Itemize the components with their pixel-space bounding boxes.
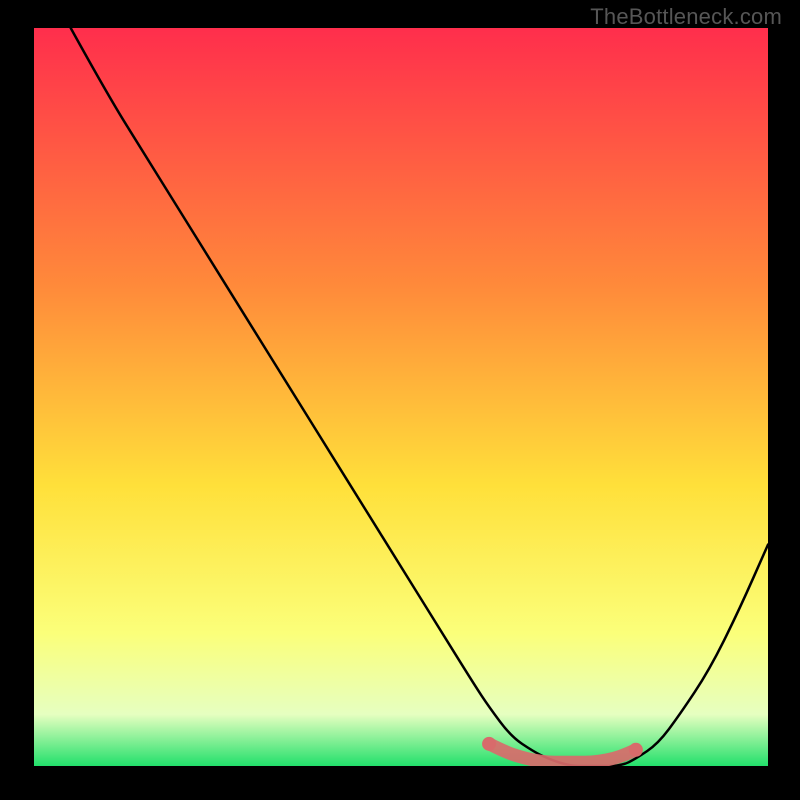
optimal-zone-start-dot xyxy=(482,737,496,751)
chart-svg xyxy=(34,28,768,766)
chart-plot-area xyxy=(34,28,768,766)
optimal-zone-end-dot xyxy=(629,743,643,757)
watermark-text: TheBottleneck.com xyxy=(590,4,782,30)
chart-frame: TheBottleneck.com xyxy=(0,0,800,800)
